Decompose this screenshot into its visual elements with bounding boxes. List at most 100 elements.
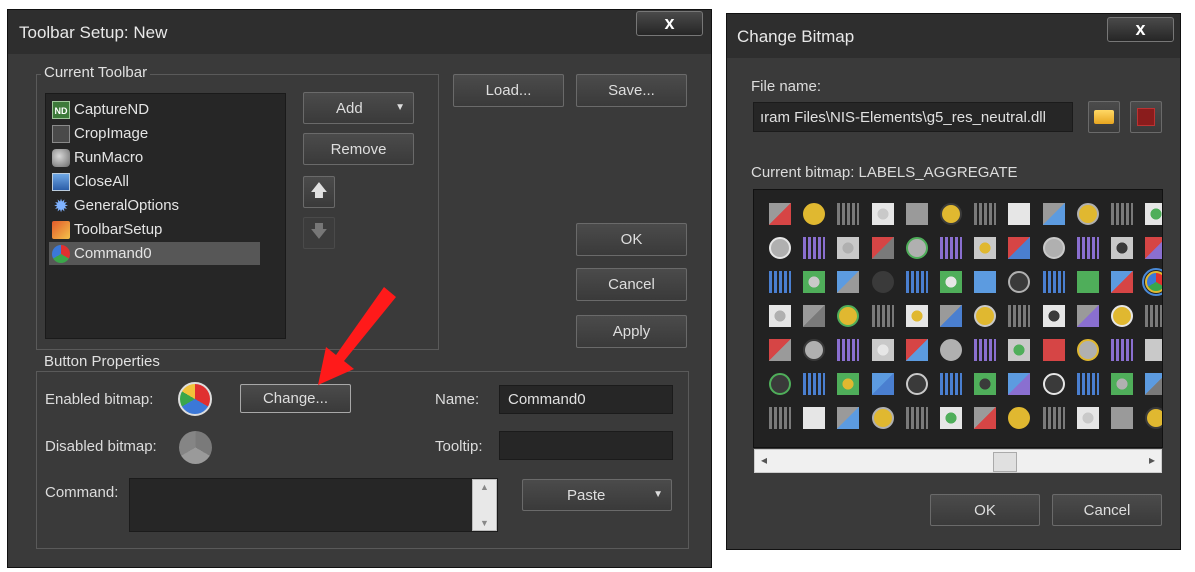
bitmap-tile[interactable] (974, 339, 997, 361)
toolbar-items-list[interactable]: ND CaptureND CropImage RunMacro CloseAll… (45, 93, 286, 339)
bitmap-tile[interactable] (769, 203, 791, 225)
list-item-capturend[interactable]: ND CaptureND (52, 98, 149, 121)
bitmap-tile[interactable] (803, 237, 826, 259)
bitmap-tile[interactable] (974, 305, 997, 327)
bitmap-tile[interactable] (837, 237, 860, 259)
bitmap-tile[interactable] (1145, 237, 1162, 259)
change-bitmap-close-button[interactable]: x (1107, 17, 1174, 42)
move-up-button[interactable]: 🡅 (303, 176, 335, 208)
bitmap-tile[interactable] (871, 407, 894, 429)
bitmap-tile[interactable] (837, 305, 860, 327)
bitmap-tile[interactable] (1076, 305, 1099, 327)
bitmap-tile[interactable] (871, 373, 894, 395)
bitmap-tile[interactable] (905, 271, 928, 293)
bitmap-tile[interactable] (769, 305, 791, 327)
bitmap-tile[interactable] (905, 237, 928, 259)
bitmap-tile[interactable] (940, 373, 962, 395)
bitmap-tile[interactable] (1111, 407, 1133, 429)
bitmap-tile[interactable] (940, 203, 962, 225)
bitmap-tile[interactable] (905, 339, 928, 361)
bitmap-tile[interactable] (769, 237, 791, 259)
bitmap-tile[interactable] (974, 407, 997, 429)
bitmap-tile[interactable] (1008, 373, 1031, 395)
bitmap-tile[interactable] (803, 407, 826, 429)
ok-button[interactable]: OK (576, 223, 687, 256)
remove-button[interactable]: Remove (303, 133, 414, 165)
bitmap-tile[interactable] (837, 203, 860, 225)
apply-button[interactable]: Apply (576, 315, 687, 348)
bitmap-tile[interactable] (974, 237, 997, 259)
bitmap-tile[interactable] (905, 305, 928, 327)
list-item-command0[interactable]: Command0 (49, 242, 260, 265)
list-item-closeall[interactable]: CloseAll (52, 170, 129, 193)
bitmap-tile[interactable] (1008, 271, 1031, 293)
bitmap-tile[interactable] (1145, 203, 1162, 225)
list-item-cropimage[interactable]: CropImage (52, 122, 148, 145)
scroll-left-icon[interactable]: ◂ (761, 453, 767, 467)
scroll-down-icon[interactable]: ▼ (480, 518, 489, 528)
bitmap-tile[interactable] (1145, 339, 1162, 361)
list-item-generaloptions[interactable]: ✹ GeneralOptions (52, 194, 179, 217)
name-field[interactable]: Command0 (499, 385, 673, 414)
bitmap-tile[interactable] (905, 407, 928, 429)
bitmap-tile[interactable] (1076, 407, 1099, 429)
bitmap-tile[interactable] (1008, 305, 1031, 327)
change-bitmap-cancel-button[interactable]: Cancel (1052, 494, 1162, 526)
load-button[interactable]: Load... (453, 74, 564, 107)
bitmap-tile[interactable] (803, 305, 826, 327)
bitmap-tile[interactable] (905, 203, 928, 225)
bitmap-tile[interactable] (1042, 203, 1065, 225)
bitmap-tile[interactable] (837, 271, 860, 293)
bitmap-tile[interactable] (1076, 373, 1099, 395)
bitmap-tile[interactable] (1111, 373, 1133, 395)
bitmap-tile-selected[interactable] (1142, 268, 1162, 296)
bitmap-tile[interactable] (1111, 271, 1133, 293)
command-scrollbar[interactable]: ▲ ▼ (472, 479, 497, 531)
toolbar-setup-close-button[interactable]: x (636, 11, 703, 36)
move-down-button[interactable]: 🡇 (303, 217, 335, 249)
bitmap-tile[interactable] (871, 271, 894, 293)
tooltip-field[interactable] (499, 431, 673, 460)
list-item-runmacro[interactable]: RunMacro (52, 146, 143, 169)
bitmap-tile[interactable] (1145, 407, 1162, 429)
bitmap-tile[interactable] (974, 203, 997, 225)
bitmap-grid-scrollbar[interactable]: ◂ ▸ (754, 449, 1162, 473)
bitmap-tile[interactable] (1042, 373, 1065, 395)
bitmap-tile[interactable] (1008, 407, 1031, 429)
bitmap-tile[interactable] (837, 339, 860, 361)
bitmap-tile[interactable] (1042, 339, 1065, 361)
bitmap-tile[interactable] (1008, 339, 1031, 361)
bitmap-tile[interactable] (1042, 271, 1065, 293)
bitmap-tile[interactable] (1145, 373, 1162, 395)
delete-file-button[interactable] (1130, 101, 1162, 133)
file-name-field[interactable]: ıram Files\NIS-Elements\g5_res_neutral.d… (753, 102, 1073, 132)
bitmap-tile[interactable] (871, 203, 894, 225)
bitmap-tile[interactable] (837, 373, 860, 395)
bitmap-tile[interactable] (803, 339, 826, 361)
bitmap-tile[interactable] (803, 203, 826, 225)
bitmap-tile[interactable] (940, 305, 962, 327)
bitmap-tile[interactable] (1145, 305, 1162, 327)
paste-button[interactable]: Paste ▼ (522, 479, 672, 511)
bitmap-tile[interactable] (1008, 237, 1031, 259)
bitmap-tile[interactable] (940, 407, 962, 429)
command-textarea[interactable] (129, 478, 498, 532)
scroll-thumb[interactable] (993, 452, 1017, 472)
bitmap-tile[interactable] (1042, 407, 1065, 429)
bitmap-tile[interactable] (1111, 203, 1133, 225)
bitmap-tile[interactable] (837, 407, 860, 429)
list-item-toolbarsetup[interactable]: ToolbarSetup (52, 218, 162, 241)
bitmap-tile[interactable] (769, 373, 791, 395)
bitmap-tile[interactable] (905, 373, 928, 395)
bitmap-tile[interactable] (1042, 305, 1065, 327)
bitmap-tile[interactable] (1076, 271, 1099, 293)
bitmap-tile[interactable] (1008, 203, 1031, 225)
scroll-right-icon[interactable]: ▸ (1149, 453, 1155, 467)
bitmap-tile[interactable] (871, 237, 894, 259)
bitmap-tile[interactable] (769, 407, 791, 429)
bitmap-tile[interactable] (940, 237, 962, 259)
bitmap-tile[interactable] (1042, 237, 1065, 259)
bitmap-tile[interactable] (1111, 339, 1133, 361)
bitmap-tile[interactable] (1076, 339, 1099, 361)
bitmap-tile[interactable] (769, 271, 791, 293)
